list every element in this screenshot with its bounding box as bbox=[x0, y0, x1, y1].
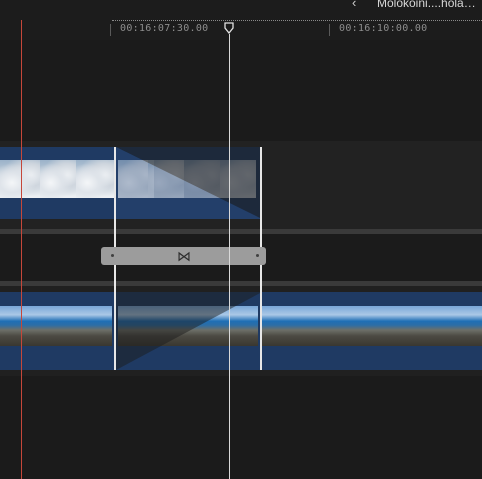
clip-thumbnail bbox=[0, 160, 40, 198]
lower-video-clip[interactable] bbox=[0, 292, 482, 370]
bowtie-transition-icon: ⋈ bbox=[177, 248, 191, 264]
clip-thumbnail bbox=[42, 306, 112, 346]
skimmer-line bbox=[21, 20, 22, 479]
clip-thumbnail bbox=[262, 306, 332, 346]
fade-out-ramp bbox=[116, 147, 262, 219]
track-divider bbox=[0, 229, 482, 234]
clip-thumbnail bbox=[332, 306, 402, 346]
project-clip-name: Molokoini....hola… bbox=[377, 0, 476, 10]
ruler-timecode: 00:16:10:00.00 bbox=[339, 23, 428, 34]
transition-left-grip[interactable] bbox=[111, 254, 114, 257]
clip-thumbnail bbox=[402, 306, 472, 346]
clip-thumbnail bbox=[472, 306, 482, 346]
fade-in-ramp bbox=[116, 292, 262, 370]
clip-thumbnail bbox=[76, 160, 114, 198]
ruler-dotted-range bbox=[112, 20, 482, 21]
chevron-left-icon[interactable]: ‹ bbox=[352, 0, 364, 9]
playhead-handle-icon[interactable] bbox=[224, 22, 234, 34]
clip-thumbnail bbox=[40, 160, 76, 198]
playhead-line[interactable] bbox=[229, 34, 230, 479]
ruler-tick bbox=[329, 24, 330, 36]
transition-right-grip[interactable] bbox=[256, 254, 259, 257]
cross-dissolve-transition[interactable]: ⋈ bbox=[101, 247, 266, 265]
upper-video-clip[interactable] bbox=[0, 147, 262, 219]
ruler-tick bbox=[110, 24, 111, 36]
ruler-timecode: 00:16:07:30.00 bbox=[120, 23, 209, 34]
